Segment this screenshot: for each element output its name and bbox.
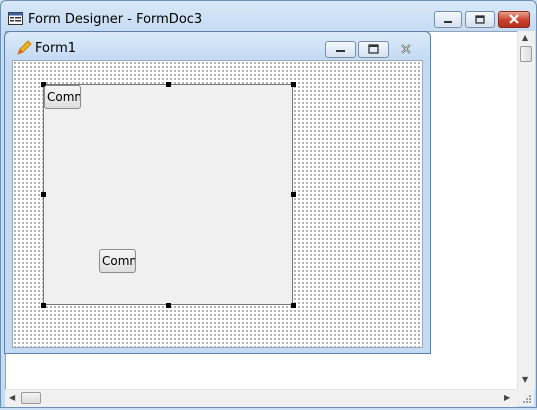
resize-handle-bottom-left[interactable] [41,303,46,308]
resize-handle-top-right[interactable] [291,82,296,87]
resize-handle-bottom-middle[interactable] [166,303,171,308]
scroll-left-arrow-icon[interactable]: ◀ [9,394,15,402]
horizontal-scrollbar[interactable]: ◀ ▶ [5,389,517,407]
form-maximize-button[interactable] [358,41,389,58]
selected-frame-control[interactable] [43,84,293,305]
maximize-icon [368,44,379,54]
resize-handle-top-middle[interactable] [166,82,171,87]
horizontal-scroll-thumb[interactable] [21,392,41,404]
resize-handle-middle-right[interactable] [291,192,296,197]
outer-maximize-button[interactable] [465,11,495,28]
close-icon [509,14,519,24]
maximize-icon [475,15,485,24]
form-minimize-button[interactable] [325,41,356,58]
vertical-scrollbar[interactable]: ▲ ▼ [517,31,535,389]
vertical-scroll-thumb[interactable] [520,46,532,62]
outer-minimize-button[interactable] [434,11,462,28]
size-grip-icon [523,395,531,403]
form-title: Form1 [35,41,77,56]
minimize-icon [336,50,345,52]
resize-handle-bottom-right[interactable] [291,303,296,308]
outer-close-button[interactable] [498,11,530,28]
close-icon [401,44,411,54]
scroll-up-arrow-icon[interactable]: ▲ [522,34,528,42]
command-button-2[interactable]: Comn [99,249,136,273]
scroll-right-arrow-icon[interactable]: ▶ [504,394,510,402]
form-pencil-icon [17,40,32,55]
scroll-down-arrow-icon[interactable]: ▼ [522,376,528,384]
window-title: Form Designer - FormDoc3 [28,12,203,27]
form-close-button[interactable] [391,41,422,58]
form-designer-icon [8,12,23,25]
resize-handle-middle-left[interactable] [41,192,46,197]
size-grip[interactable] [517,389,534,406]
command-button-1[interactable]: Comn [44,85,81,109]
minimize-icon [444,21,452,23]
